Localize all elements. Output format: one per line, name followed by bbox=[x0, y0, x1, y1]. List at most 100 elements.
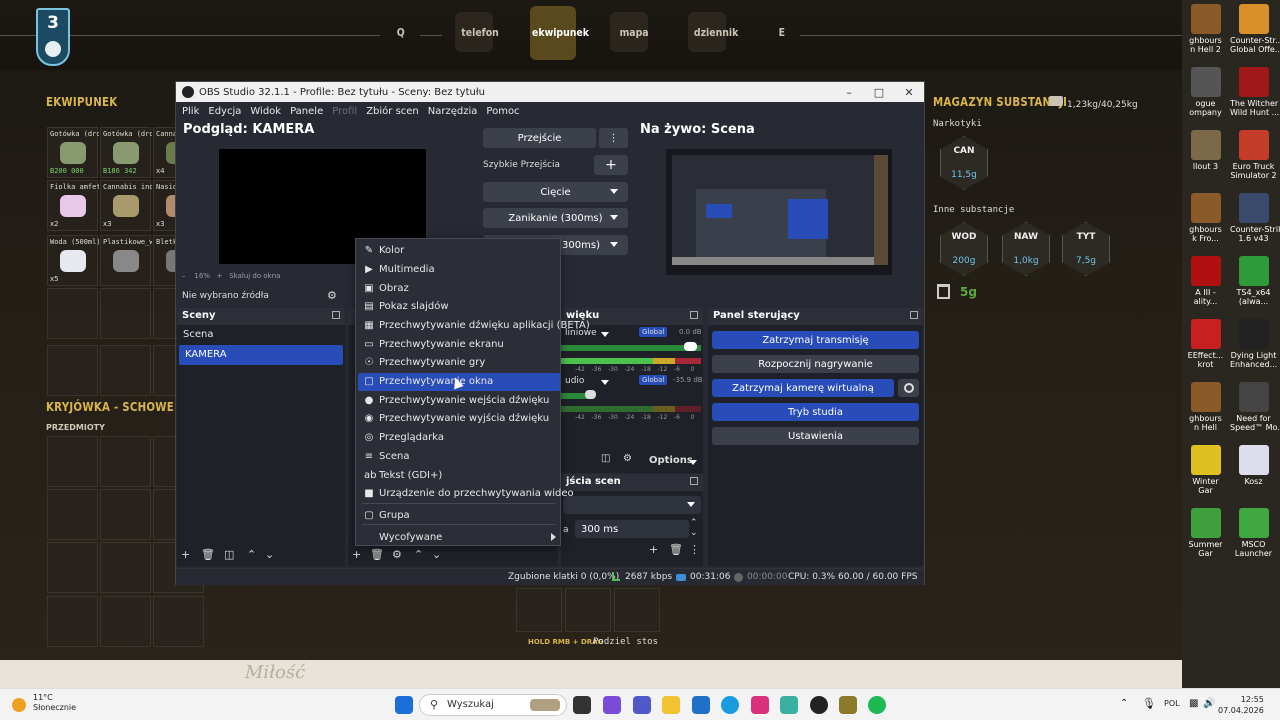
teams-icon[interactable] bbox=[633, 696, 651, 714]
stash-slot[interactable] bbox=[100, 596, 151, 647]
duration-up-icon[interactable]: ⌃ bbox=[690, 518, 698, 528]
chevron-down-icon[interactable] bbox=[689, 460, 697, 465]
menu-item[interactable]: ● Przechwytywanie wejścia dźwięku bbox=[358, 392, 560, 410]
network-icon[interactable]: ▩ bbox=[1189, 698, 1198, 709]
zoom-fit[interactable]: Skaluj do okna bbox=[229, 272, 280, 280]
fade-button[interactable]: Zanikanie (300ms) bbox=[483, 208, 628, 228]
microphone-icon[interactable]: 🎙 bbox=[1142, 697, 1156, 710]
menu-item[interactable]: ◉ Przechwytywanie wyjścia dźwięku bbox=[358, 410, 560, 428]
filter-icon[interactable]: ◫ bbox=[224, 548, 234, 561]
add-quick-transition-button[interactable]: + bbox=[594, 155, 628, 175]
stash-slot[interactable] bbox=[153, 596, 204, 647]
inventory-slot[interactable] bbox=[47, 345, 98, 396]
hotbar-slot[interactable] bbox=[565, 588, 611, 632]
nav-map[interactable]: mapa bbox=[620, 26, 649, 39]
desktop-shortcut[interactable]: MSCO Launcher bbox=[1230, 508, 1277, 558]
inventory-slot[interactable]: Fiolka amfet x2 bbox=[47, 180, 99, 231]
minimize-icon[interactable]: – bbox=[834, 86, 864, 99]
desktop-shortcut[interactable]: ghbours n Hell 2 bbox=[1182, 4, 1229, 54]
substance-wod[interactable]: WOD 200g bbox=[940, 222, 988, 276]
menu-item[interactable]: ▶ Multimedia bbox=[358, 261, 560, 279]
source-gear-icon[interactable]: ⚙ bbox=[327, 289, 337, 302]
menu-item[interactable]: ▦ Przechwytywanie dźwięku aplikacji (BETA… bbox=[358, 317, 590, 335]
transition-menu-button[interactable]: ⋮ bbox=[599, 128, 628, 148]
mixer-settings-icon[interactable]: ⚙ bbox=[623, 453, 632, 464]
desktop-shortcut[interactable]: Counter-Strike 1.6 v43 bbox=[1230, 193, 1280, 243]
menu-item[interactable]: ▤ Pokaz slajdów bbox=[358, 298, 560, 316]
move-down-icon[interactable]: ⌄ bbox=[265, 548, 274, 561]
stash-slot[interactable] bbox=[100, 436, 151, 487]
add-transition-icon[interactable]: + bbox=[649, 543, 658, 556]
trash-icon[interactable] bbox=[937, 284, 950, 299]
hotbar-slot[interactable] bbox=[516, 588, 562, 632]
dock-icon[interactable] bbox=[910, 311, 918, 319]
desktop-shortcut[interactable]: ogue ompany bbox=[1182, 67, 1229, 117]
desktop-shortcut[interactable]: TS4_x64 (alwa... bbox=[1230, 256, 1277, 306]
desktop-shortcut[interactable]: Dying Light Enhanced... bbox=[1230, 319, 1277, 369]
settings-button[interactable]: Ustawienia bbox=[712, 427, 919, 445]
menu-scene-collection[interactable]: Zbiór scen bbox=[366, 106, 419, 117]
transition-select[interactable] bbox=[563, 496, 701, 514]
transition-button[interactable]: Przejście bbox=[483, 128, 596, 148]
desktop-shortcut[interactable]: ghbours k Fro... bbox=[1182, 193, 1229, 243]
zoom-in-icon[interactable]: + bbox=[217, 272, 223, 280]
scene-item[interactable]: Scena bbox=[177, 325, 345, 345]
menu-item[interactable]: Wycofywane bbox=[358, 529, 560, 547]
add-scene-icon[interactable]: + bbox=[181, 548, 190, 561]
desktop-shortcut[interactable]: Kosz bbox=[1230, 445, 1277, 486]
studio-mode-button[interactable]: Tryb studia bbox=[712, 403, 919, 421]
menu-item[interactable]: ■ Urządzenie do przechwytywania wideo bbox=[358, 485, 573, 503]
language-indicator[interactable]: POL bbox=[1164, 699, 1180, 708]
nav-phone[interactable]: telefon bbox=[461, 26, 499, 39]
scene-item-selected[interactable]: KAMERA bbox=[179, 345, 343, 365]
desktop-shortcut[interactable]: EEffect... krot bbox=[1182, 319, 1229, 369]
copilot-icon[interactable] bbox=[603, 696, 621, 714]
task-view-icon[interactable] bbox=[573, 696, 591, 714]
source-properties-icon[interactable]: ⚙ bbox=[392, 548, 402, 561]
duration-input[interactable]: 300 ms bbox=[575, 520, 689, 538]
menu-view[interactable]: Widok bbox=[250, 106, 281, 117]
start-icon[interactable] bbox=[395, 696, 413, 714]
obs-taskbar-icon[interactable] bbox=[810, 696, 828, 714]
dock-icon[interactable] bbox=[690, 311, 698, 319]
program-preview[interactable] bbox=[666, 149, 892, 275]
clock[interactable]: 12:55 07.04.2026 bbox=[1218, 694, 1264, 716]
inventory-slot[interactable] bbox=[47, 288, 98, 339]
menu-docks[interactable]: Panele bbox=[290, 106, 323, 117]
remove-source-icon[interactable]: 🗑 bbox=[370, 548, 384, 561]
duration-down-icon[interactable]: ⌄ bbox=[690, 528, 698, 538]
desktop-shortcut[interactable]: The Witcher 3 Wild Hunt ... bbox=[1230, 67, 1279, 117]
volume-icon[interactable]: 🔊 bbox=[1203, 698, 1215, 709]
virtual-camera-settings-button[interactable] bbox=[898, 379, 919, 397]
volume-fader[interactable] bbox=[561, 345, 701, 351]
inventory-slot[interactable]: Plastikowe_w bbox=[100, 235, 152, 286]
desktop-shortcut[interactable]: Counter-Str... Global Offe... bbox=[1230, 4, 1280, 54]
mixer-layout-icon[interactable]: ◫ bbox=[601, 453, 610, 464]
substance-can[interactable]: CAN 11,5g bbox=[940, 136, 988, 190]
search-box[interactable]: ⚲ Wyszukaj bbox=[419, 694, 567, 716]
menu-item[interactable]: ab Tekst (GDI+) bbox=[358, 467, 560, 485]
nav-e[interactable]: E bbox=[779, 26, 785, 39]
menu-tools[interactable]: Narzędzia bbox=[428, 106, 478, 117]
stash-slot[interactable] bbox=[47, 436, 98, 487]
inventory-slot[interactable]: Gotówka (dro B186 342 bbox=[100, 127, 152, 178]
cut-button[interactable]: Cięcie bbox=[483, 182, 628, 202]
menu-item[interactable]: ✎ Kolor bbox=[358, 242, 560, 260]
substance-naw[interactable]: NAW 1,0kg bbox=[1002, 222, 1050, 276]
menu-item[interactable]: ☉ Przechwytywanie gry bbox=[358, 354, 560, 372]
stash-slot[interactable] bbox=[100, 489, 151, 540]
menu-item[interactable]: ▣ Obraz bbox=[358, 280, 560, 298]
inventory-slot[interactable]: Gotówka (dro B200 000 bbox=[47, 127, 99, 178]
hotbar-slot[interactable] bbox=[614, 588, 660, 632]
inventory-slot[interactable]: Woda (500ml) x5 bbox=[47, 235, 99, 286]
menu-item[interactable]: ◎ Przeglądarka bbox=[358, 429, 560, 447]
nav-inventory[interactable]: ekwipunek bbox=[532, 26, 589, 39]
move-up-icon[interactable]: ⌃ bbox=[414, 548, 423, 561]
game-taskbar-icon[interactable] bbox=[839, 696, 857, 714]
stash-slot[interactable] bbox=[47, 596, 98, 647]
desktop-shortcut[interactable]: Summer Gar bbox=[1182, 508, 1229, 558]
nav-q[interactable]: Q bbox=[397, 26, 405, 39]
move-up-icon[interactable]: ⌃ bbox=[247, 548, 256, 561]
chevron-up-icon[interactable]: ⌃ bbox=[1120, 698, 1128, 709]
zoom-out-icon[interactable]: – bbox=[182, 272, 186, 280]
